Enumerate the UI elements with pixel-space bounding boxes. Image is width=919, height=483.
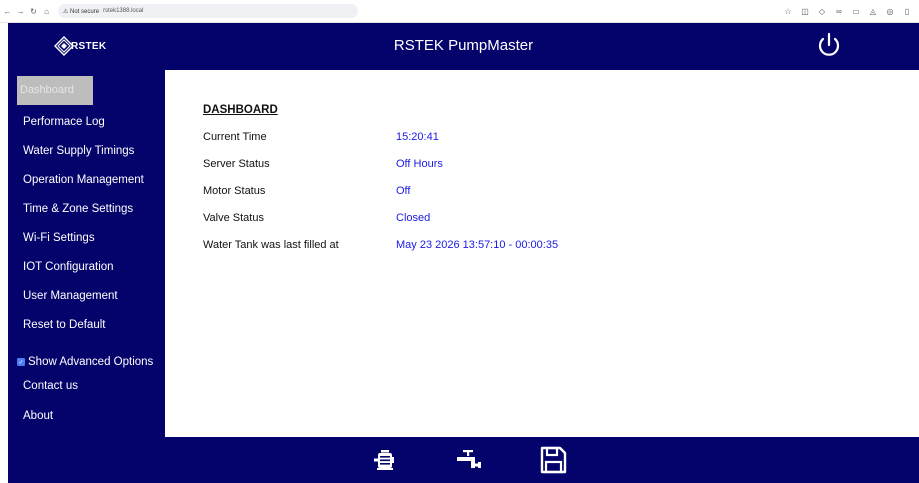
status-value: Off bbox=[396, 185, 411, 197]
back-icon[interactable]: ← bbox=[2, 7, 13, 16]
extension-icon[interactable]: ◫ bbox=[801, 7, 809, 16]
link-icon[interactable]: ∞ bbox=[835, 7, 843, 16]
home-icon[interactable]: ⌂ bbox=[41, 7, 52, 16]
motor-icon[interactable] bbox=[369, 445, 399, 475]
sidebar-item-contact-us[interactable]: Contact us bbox=[8, 375, 165, 397]
power-icon[interactable] bbox=[816, 32, 842, 60]
app-header: RSTEK RSTEK PumpMaster bbox=[8, 23, 919, 70]
code-icon[interactable]: ◇ bbox=[818, 7, 826, 16]
translate-icon[interactable]: ◎ bbox=[886, 7, 894, 16]
status-label: Current Time bbox=[203, 131, 267, 143]
lock-icon[interactable]: ◬ bbox=[869, 7, 877, 16]
sidebar-item-about[interactable]: About bbox=[8, 405, 165, 427]
sidebar-item-user-management[interactable]: User Management bbox=[8, 285, 165, 307]
dashboard-panel: DASHBOARD Current Time 15:20:41 Server S… bbox=[165, 70, 919, 437]
save-icon[interactable] bbox=[538, 445, 568, 475]
status-label: Server Status bbox=[203, 158, 270, 170]
address-bar[interactable]: ⚠ Not secure rstek1388.local bbox=[58, 4, 358, 18]
browser-toolbar: ← → ↻ ⌂ ⚠ Not secure rstek1388.local ☆ ◫… bbox=[0, 0, 919, 23]
show-advanced-options-checkbox[interactable]: ✓ bbox=[17, 358, 25, 366]
sidebar-item-iot-configuration[interactable]: IOT Configuration bbox=[8, 256, 165, 278]
sidebar: Dashboard Performace Log Water Supply Ti… bbox=[8, 70, 165, 437]
show-advanced-options-label: Show Advanced Options bbox=[28, 356, 154, 368]
sidebar-item-dashboard[interactable]: Dashboard bbox=[17, 76, 93, 105]
print-icon[interactable]: ▭ bbox=[852, 7, 860, 16]
page-title: DASHBOARD bbox=[203, 104, 278, 116]
sidebar-item-operation-management[interactable]: Operation Management bbox=[8, 169, 165, 191]
sidebar-item-wifi-settings[interactable]: Wi-Fi Settings bbox=[8, 227, 165, 249]
status-label: Valve Status bbox=[203, 212, 264, 224]
url-text: rstek1388.local bbox=[103, 8, 144, 14]
sidebar-item-performance-log[interactable]: Performace Log bbox=[8, 111, 165, 133]
status-label: Motor Status bbox=[203, 185, 266, 197]
status-row-current-time: Current Time 15:20:41 bbox=[203, 131, 903, 149]
reload-icon[interactable]: ↻ bbox=[28, 7, 39, 16]
status-value: Off Hours bbox=[396, 158, 443, 170]
status-row-motor-status: Motor Status Off bbox=[203, 185, 903, 203]
sidebar-item-time-zone-settings[interactable]: Time & Zone Settings bbox=[8, 198, 165, 220]
status-value: Closed bbox=[396, 212, 431, 224]
status-row-tank-last-filled: Water Tank was last filled at May 23 202… bbox=[203, 239, 903, 257]
sidebar-toggle-icon[interactable]: ▯ bbox=[903, 7, 911, 16]
status-row-valve-status: Valve Status Closed bbox=[203, 212, 903, 230]
status-value: May 23 2026 13:57:10 - 00:00:35 bbox=[396, 239, 559, 251]
status-label: Water Tank was last filled at bbox=[203, 239, 339, 251]
bookmark-star-icon[interactable]: ☆ bbox=[784, 7, 792, 16]
tap-icon[interactable] bbox=[454, 445, 484, 475]
app-title: RSTEK PumpMaster bbox=[393, 37, 534, 54]
sidebar-item-water-supply-timings[interactable]: Water Supply Timings bbox=[8, 140, 165, 162]
forward-icon[interactable]: → bbox=[15, 7, 26, 16]
not-secure-label: ⚠ Not secure bbox=[63, 8, 100, 15]
footer-toolbar bbox=[8, 437, 919, 483]
sidebar-item-reset-to-default[interactable]: Reset to Default bbox=[8, 314, 165, 336]
status-value: 15:20:41 bbox=[396, 131, 439, 143]
status-row-server-status: Server Status Off Hours bbox=[203, 158, 903, 176]
browser-extension-icons: ☆ ◫ ◇ ∞ ▭ ◬ ◎ ▯ bbox=[784, 7, 911, 16]
show-advanced-options-row[interactable]: ✓ Show Advanced Options bbox=[17, 356, 153, 368]
